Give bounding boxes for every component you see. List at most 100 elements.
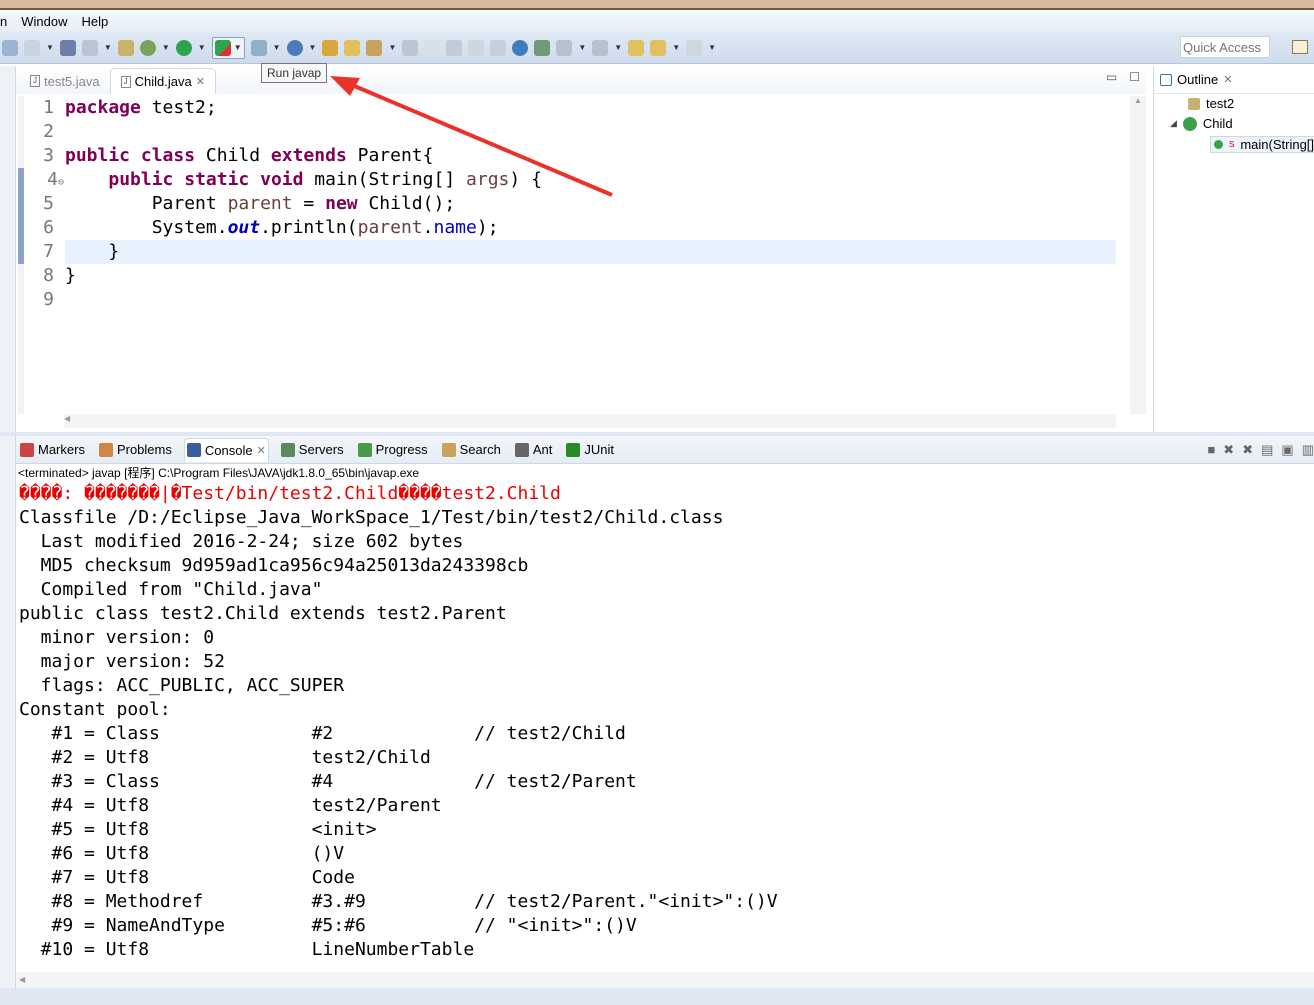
code-token: );: [476, 217, 499, 238]
toggle-icon[interactable]: [446, 39, 463, 56]
new-icon[interactable]: [2, 39, 18, 56]
code-token: args: [466, 169, 510, 190]
clear-console-icon[interactable]: ▤: [1261, 442, 1273, 458]
outline-item-package[interactable]: test2: [1188, 96, 1234, 111]
line-number: 9: [43, 289, 54, 310]
code-token: public: [65, 145, 131, 166]
code-line[interactable]: [65, 288, 1116, 312]
chevron-down-icon[interactable]: ▼: [46, 43, 54, 52]
block-icon[interactable]: [468, 39, 485, 56]
tab-progress[interactable]: Progress: [356, 438, 430, 461]
maximize-icon[interactable]: ☐: [1129, 70, 1140, 84]
camera-icon[interactable]: [59, 39, 76, 56]
outline-item-method[interactable]: Smain(String[]): [1210, 136, 1314, 153]
pin-icon[interactable]: ▥: [1302, 442, 1314, 458]
menu-run[interactable]: n: [0, 14, 7, 29]
pen-icon[interactable]: [424, 39, 441, 56]
tab-label: Console: [204, 442, 253, 458]
tab-problems[interactable]: Problems: [97, 438, 174, 461]
tab-outline[interactable]: Outline ✕: [1154, 66, 1314, 94]
code-line[interactable]: public class Child extends Parent{: [65, 144, 1116, 168]
tab-child-java[interactable]: J Child.java ✕: [109, 68, 216, 94]
console-line: #2 = Utf8 test2/Child: [19, 747, 431, 768]
new-class-icon[interactable]: [286, 39, 303, 56]
code-line[interactable]: }: [65, 264, 1116, 288]
code-token: Child();: [357, 193, 456, 214]
run-javap-button[interactable]: ▼: [211, 36, 245, 59]
search-icon: [441, 442, 456, 457]
console-line: Constant pool:: [19, 699, 171, 720]
console-output[interactable]: ����: �������|�Test/bin/test2.Child����t…: [16, 482, 1314, 962]
menu-help[interactable]: Help: [81, 14, 108, 29]
tab-search[interactable]: Search: [440, 438, 503, 461]
tab-console[interactable]: Console ✕: [183, 437, 269, 462]
run-last-icon[interactable]: [534, 39, 551, 56]
chevron-down-icon[interactable]: ▼: [708, 43, 716, 52]
chevron-down-icon[interactable]: ▼: [162, 43, 170, 52]
paragraph-icon[interactable]: [490, 39, 507, 56]
tab-label: Outline: [1177, 72, 1219, 87]
code-token: static: [184, 169, 250, 190]
open-perspective-icon[interactable]: [1292, 40, 1308, 54]
code-lines[interactable]: package test2; public class Child extends…: [65, 96, 1116, 312]
server-icon[interactable]: [250, 39, 267, 56]
tab-markers[interactable]: Markers: [18, 438, 87, 461]
close-icon[interactable]: ✕: [196, 75, 205, 88]
menu-window[interactable]: Window: [21, 14, 67, 29]
outline-item-class[interactable]: ◢ Child: [1170, 116, 1233, 131]
open-folder-icon[interactable]: [344, 39, 361, 56]
code-line[interactable]: System.out.println(parent.name);: [65, 216, 1116, 240]
tab-ant[interactable]: Ant: [513, 438, 555, 461]
run-icon[interactable]: [175, 39, 192, 56]
remove-launch-icon[interactable]: ✖: [1223, 442, 1234, 458]
code-line[interactable]: public static void main(String[] args) {: [65, 168, 1116, 192]
new-file-icon[interactable]: [24, 39, 40, 56]
java-file-icon: J: [30, 75, 40, 87]
chevron-down-icon[interactable]: ▼: [672, 43, 680, 52]
code-line[interactable]: Parent parent = new Child();: [65, 192, 1116, 216]
code-editor[interactable]: 1 2 3 4⊖ 5 6 7 8 9 package test2; public class Ch…: [18, 96, 1116, 414]
window-icon[interactable]: [81, 39, 98, 56]
chevron-down-icon[interactable]: ▼: [104, 43, 112, 52]
chevron-down-icon[interactable]: ▼: [614, 43, 622, 52]
code-token: .: [422, 217, 434, 238]
close-icon[interactable]: ✕: [1223, 73, 1232, 86]
chevron-down-icon[interactable]: ▼: [309, 43, 317, 52]
vertical-scrollbar[interactable]: ▲: [1130, 96, 1146, 414]
terminate-icon[interactable]: ■: [1207, 442, 1215, 458]
chevron-down-icon[interactable]: ▼: [578, 43, 586, 52]
globe-icon[interactable]: [512, 39, 529, 56]
search-icon[interactable]: [366, 39, 383, 56]
remove-all-icon[interactable]: ✖: [1242, 442, 1253, 458]
tab-junit[interactable]: JUnit: [564, 438, 616, 461]
horizontal-scrollbar[interactable]: ◀: [16, 972, 1314, 988]
chevron-down-icon[interactable]: ▼: [273, 43, 281, 52]
forward-icon[interactable]: [686, 39, 703, 56]
last-edit-icon[interactable]: [628, 39, 645, 56]
prev-annotation-icon[interactable]: [592, 39, 609, 56]
edit-icon[interactable]: [117, 39, 134, 56]
chevron-down-icon[interactable]: ▼: [198, 43, 206, 52]
tab-test5-java[interactable]: Jtest5.java: [20, 68, 110, 94]
code-line[interactable]: [65, 120, 1116, 144]
problems-icon: [98, 442, 113, 457]
debug-icon[interactable]: [139, 39, 156, 56]
expand-triangle-icon[interactable]: ◢: [1170, 118, 1177, 129]
next-annotation-icon[interactable]: [556, 39, 573, 56]
open-type-icon[interactable]: [322, 39, 339, 56]
back-icon[interactable]: [650, 39, 667, 56]
quick-access-input[interactable]: [1180, 36, 1270, 58]
code-line[interactable]: }: [65, 240, 1116, 264]
scroll-lock-icon[interactable]: ▣: [1281, 442, 1293, 458]
tab-servers[interactable]: Servers: [279, 438, 346, 461]
fold-icon[interactable]: ⊖: [58, 177, 64, 188]
close-icon[interactable]: ✕: [257, 444, 266, 457]
code-line[interactable]: package test2;: [65, 96, 1116, 120]
chevron-down-icon[interactable]: ▼: [388, 43, 396, 52]
annotation-icon[interactable]: [402, 39, 419, 56]
outline-icon: [1160, 73, 1172, 86]
chevron-down-icon[interactable]: ▼: [234, 43, 242, 52]
horizontal-scrollbar[interactable]: ◀: [64, 414, 1116, 428]
outline-label: test2: [1206, 96, 1235, 111]
minimize-icon[interactable]: ▭: [1106, 70, 1117, 84]
